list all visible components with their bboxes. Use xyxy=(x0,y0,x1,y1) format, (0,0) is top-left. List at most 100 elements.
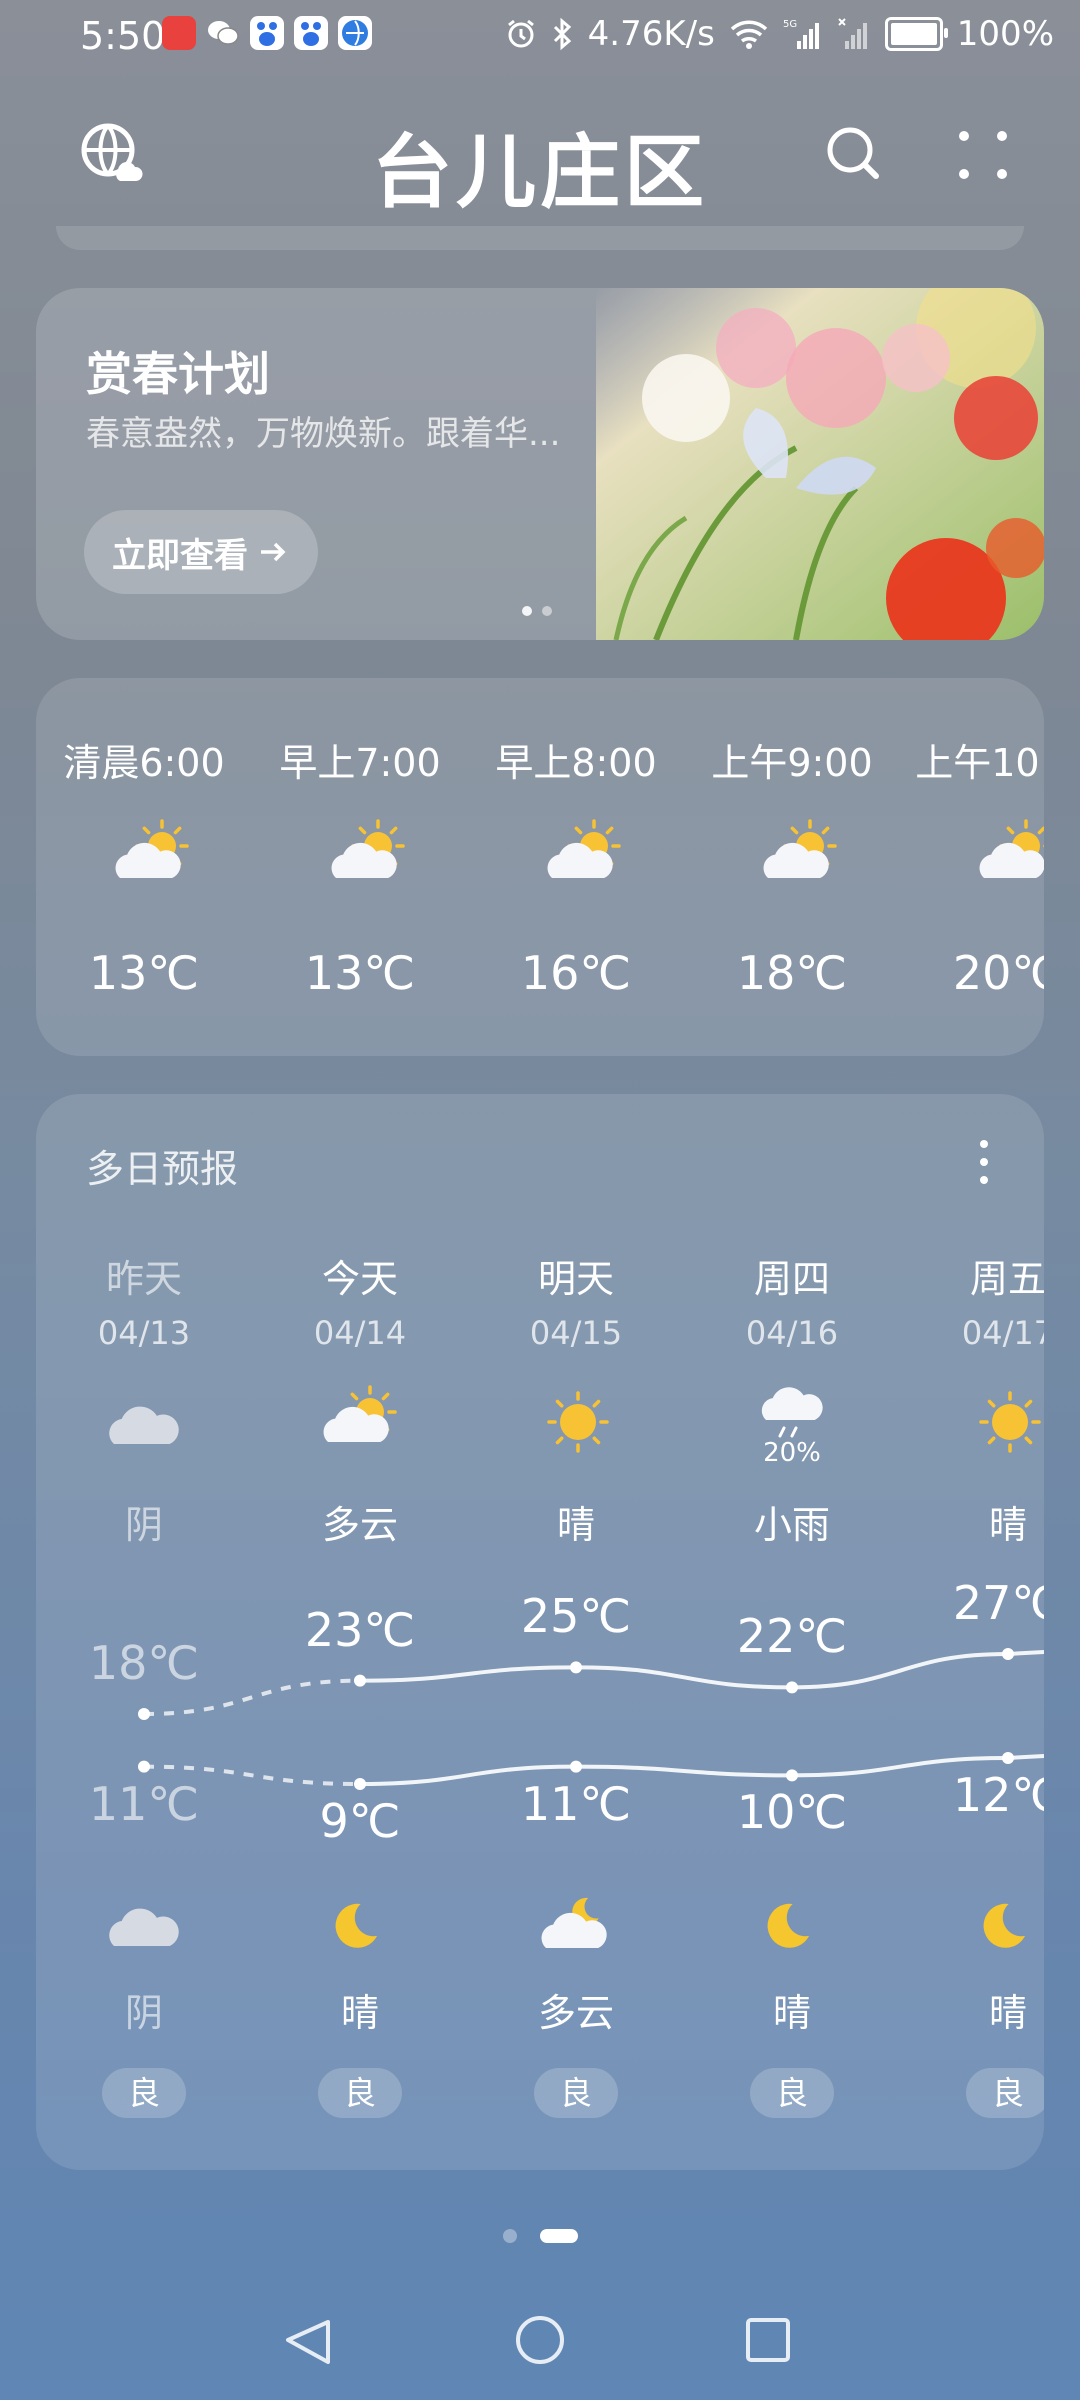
night-condition: 晴 xyxy=(988,1991,1027,2035)
night-condition: 晴 xyxy=(772,1991,811,2035)
aqi-badge: 良 xyxy=(534,2068,618,2118)
carousel-indicator xyxy=(522,606,552,616)
hour-time: 早上8:00 xyxy=(495,741,657,785)
more-grid-icon[interactable] xyxy=(948,120,1018,190)
high-temp: 22℃ xyxy=(736,1609,848,1664)
low-temp: 11℃ xyxy=(88,1776,200,1831)
day-column: 今天 04/14 多云 23℃ 9℃ 晴良 xyxy=(252,1094,468,2170)
moon-icon xyxy=(767,1903,810,1948)
partly-cloudy-icon xyxy=(547,819,621,878)
day-condition: 小雨 xyxy=(753,1503,830,1547)
low-temp: 9℃ xyxy=(319,1794,401,1848)
hour-temp: 16℃ xyxy=(520,946,632,1000)
aqi-badge: 良 xyxy=(750,2068,834,2118)
battery-level: 100% xyxy=(956,14,1054,54)
promo-title: 赏春计划 xyxy=(86,347,270,401)
aqi-badge: 良 xyxy=(966,2068,1044,2118)
high-temp: 27℃ xyxy=(952,1576,1044,1630)
day-date: 04/15 xyxy=(529,1314,623,1352)
home-icon[interactable] xyxy=(516,2316,564,2364)
baidu-icon xyxy=(294,16,328,50)
system-nav-bar xyxy=(286,2316,790,2364)
day-name: 今天 xyxy=(321,1257,398,1301)
arrow-right-icon xyxy=(261,542,286,562)
moon-icon xyxy=(335,1903,378,1948)
svg-text:5G: 5G xyxy=(783,19,797,30)
day-column: 周四 04/16 20% 小雨 22℃ 10℃ 晴良 xyxy=(684,1094,900,2170)
night-condition: 多云 xyxy=(537,1991,614,2035)
hour-temp: 18℃ xyxy=(736,946,848,1000)
wifi-icon xyxy=(730,20,767,49)
day-condition: 阴 xyxy=(124,1503,163,1547)
signal-nodata-icon xyxy=(838,18,867,49)
day-date: 04/17 xyxy=(961,1314,1044,1352)
page-indicator xyxy=(503,2229,578,2243)
moon-cloud-icon xyxy=(541,1897,607,1948)
partly-cloudy-icon xyxy=(115,819,189,878)
multi-day-forecast-card[interactable]: 多日预报 昨天 04/13 阴 18℃ 11℃ 阴良今天 04/14 多云 23℃ 9℃ 晴良明天 0… xyxy=(36,1094,1044,2170)
day-date: 04/13 xyxy=(97,1314,191,1352)
bluetooth-icon xyxy=(553,17,571,51)
promo-view-button[interactable]: 立即查看 xyxy=(84,510,318,594)
day-name: 明天 xyxy=(537,1257,614,1301)
back-icon[interactable] xyxy=(286,2320,330,2364)
huawei-appgallery-icon xyxy=(162,16,196,50)
signal-5g-icon: 5G xyxy=(783,19,819,49)
hourly-forecast-card[interactable]: 清晨6:00 13℃ 早上7:00 13℃ 早上8:00 16℃ 上午9:00 … xyxy=(36,678,1044,1056)
aqi-badge: 良 xyxy=(102,2068,186,2118)
promo-button-label: 立即查看 xyxy=(112,535,248,576)
partly-cloudy-icon xyxy=(323,1385,397,1442)
high-temp: 25℃ xyxy=(520,1589,632,1644)
notification-icons xyxy=(162,16,372,50)
promo-subtitle: 春意盎然，万物焕新。跟着华... xyxy=(86,414,561,454)
day-condition: 晴 xyxy=(556,1503,595,1547)
night-condition: 阴 xyxy=(124,1991,163,2035)
wechat-icon xyxy=(206,16,240,50)
low-temp: 10℃ xyxy=(736,1785,848,1840)
promo-banner[interactable]: 赏春计划 春意盎然，万物焕新。跟着华... 立即查看 xyxy=(36,288,1044,640)
high-temp: 18℃ xyxy=(88,1636,200,1690)
day-condition: 晴 xyxy=(988,1503,1027,1547)
recents-icon[interactable] xyxy=(746,2318,790,2362)
hour-temp: 20℃ xyxy=(952,946,1044,1000)
day-name: 昨天 xyxy=(105,1257,182,1301)
sun-icon xyxy=(547,1391,609,1453)
status-time: 5:50 xyxy=(80,14,166,58)
network-speed: 4.76K/s xyxy=(587,14,715,54)
status-right: 4.76K/s 5G 100% xyxy=(504,14,1054,54)
day-column: 昨天 04/13 阴 18℃ 11℃ 阴良 xyxy=(36,1094,252,2170)
battery-icon xyxy=(884,17,948,51)
hour-time: 早上7:00 xyxy=(279,741,441,785)
day-column: 明天 04/15 晴 25℃ 11℃ 多云良 xyxy=(468,1094,684,2170)
alarm-icon xyxy=(507,19,534,48)
cloudy-icon xyxy=(109,1406,179,1444)
flower-butterfly-illustration xyxy=(596,288,1044,640)
partly-cloudy-icon xyxy=(763,819,837,878)
day-date: 04/16 xyxy=(745,1314,839,1352)
baidu-icon xyxy=(250,16,284,50)
hour-temp: 13℃ xyxy=(304,946,416,1000)
sun-icon xyxy=(979,1391,1041,1453)
high-temp: 23℃ xyxy=(304,1602,416,1657)
precip-chance: 20% xyxy=(763,1438,821,1468)
browser-icon xyxy=(338,16,372,50)
cloudy-icon xyxy=(109,1908,179,1946)
low-temp: 12℃ xyxy=(952,1768,1044,1822)
hour-time: 上午10:00 xyxy=(915,741,1044,785)
day-date: 04/14 xyxy=(313,1314,407,1352)
day-name: 周四 xyxy=(753,1257,830,1301)
low-temp: 11℃ xyxy=(520,1776,632,1831)
day-name: 周五 xyxy=(969,1257,1044,1301)
aqi-badge: 良 xyxy=(318,2068,402,2118)
partly-cloudy-icon xyxy=(331,819,405,878)
day-column: 周五 04/17 晴 27℃ 12℃ 晴良 xyxy=(900,1094,1044,2170)
night-condition: 晴 xyxy=(340,1991,379,2035)
day-condition: 多云 xyxy=(321,1503,398,1547)
status-bar: 5:50 4.76K/s 5G 100% xyxy=(0,0,1080,72)
hour-time: 清晨6:00 xyxy=(63,741,225,785)
page-title: 台儿庄区 xyxy=(372,126,708,219)
hour-temp: 13℃ xyxy=(88,946,200,1000)
partly-cloudy-icon xyxy=(979,819,1044,878)
collapsed-card-edge xyxy=(56,226,1024,250)
search-icon[interactable] xyxy=(818,120,888,190)
